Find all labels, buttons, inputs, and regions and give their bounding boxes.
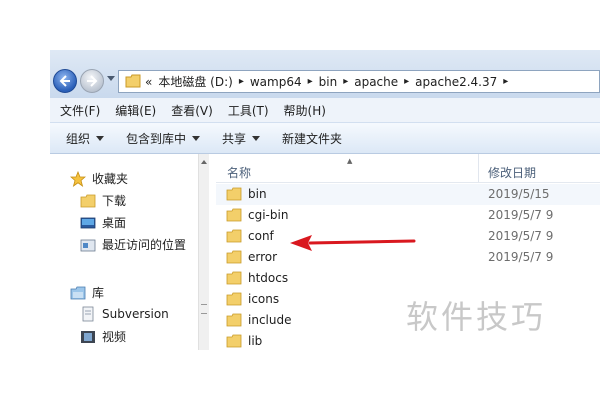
- caret-down-icon: [96, 135, 105, 141]
- column-date-header[interactable]: 修改日期: [488, 164, 536, 181]
- navigation-pane: 收藏夹 下载 桌面 最近访问的位置 库 Subversion 视频: [50, 154, 198, 350]
- nav-favorites-label: 收藏夹: [92, 172, 129, 186]
- file-name: bin: [248, 187, 267, 201]
- address-area: « 本地磁盘 (D:) ▸ wamp64 ▸ bin ▸ apache ▸ ap…: [50, 50, 600, 98]
- sort-ascending-icon: ▲: [347, 157, 353, 165]
- arrow-right-icon: [87, 75, 98, 87]
- organize-button[interactable]: 组织: [66, 130, 105, 147]
- column-name-header[interactable]: 名称: [227, 164, 251, 181]
- address-bar[interactable]: « 本地磁盘 (D:) ▸ wamp64 ▸ bin ▸ apache ▸ ap…: [118, 70, 600, 93]
- nav-libraries[interactable]: 库: [70, 284, 104, 301]
- nav-desktop-label: 桌面: [102, 216, 127, 230]
- video-icon: [81, 330, 95, 343]
- file-date: 2019/5/7 9: [488, 250, 554, 264]
- nav-favorites[interactable]: 收藏夹: [70, 170, 128, 187]
- breadcrumb-bin[interactable]: bin: [319, 75, 338, 89]
- new-folder-label: 新建文件夹: [282, 131, 343, 146]
- nav-subversion[interactable]: Subversion: [80, 306, 169, 322]
- nav-libraries-label: 库: [92, 286, 105, 300]
- breadcrumb-separator[interactable]: ▸: [343, 76, 348, 87]
- forward-button[interactable]: [80, 69, 104, 93]
- share-label: 共享: [222, 131, 247, 146]
- breadcrumb-apache2437[interactable]: apache2.4.37: [415, 75, 497, 89]
- nav-desktop[interactable]: 桌面: [80, 214, 126, 231]
- caret-down-icon: [252, 135, 261, 141]
- menu-view[interactable]: 查看(V): [161, 102, 218, 119]
- file-name: htdocs: [248, 271, 289, 285]
- recent-places-icon: [80, 239, 96, 251]
- file-name: cgi-bin: [248, 208, 289, 222]
- file-row[interactable]: bin 2019/5/15: [216, 184, 600, 205]
- menu-bar: 文件(F) 编辑(E) 查看(V) 工具(T) 帮助(H): [50, 98, 600, 122]
- file-date: 2019/5/15: [488, 187, 550, 201]
- breadcrumb-drive[interactable]: 本地磁盘 (D:): [158, 73, 232, 90]
- new-folder-button[interactable]: 新建文件夹: [282, 130, 342, 147]
- breadcrumb-apache[interactable]: apache: [354, 75, 398, 89]
- folder-icon: [226, 187, 242, 201]
- menu-help[interactable]: 帮助(H): [274, 102, 331, 119]
- folder-icon: [80, 194, 96, 207]
- file-name: lib: [248, 334, 263, 348]
- nav-recent[interactable]: 最近访问的位置: [80, 236, 186, 253]
- folder-icon: [226, 208, 242, 222]
- file-name: conf: [248, 229, 274, 243]
- column-divider[interactable]: [478, 154, 479, 182]
- file-row[interactable]: cgi-bin 2019/5/7 9: [216, 205, 600, 226]
- command-bar: 组织 包含到库中 共享 新建文件夹: [50, 122, 600, 154]
- breadcrumb-separator[interactable]: ▸: [503, 76, 508, 87]
- scroll-grip[interactable]: [201, 304, 207, 314]
- organize-label: 组织: [66, 131, 91, 146]
- nav-videos-label: 视频: [102, 330, 127, 344]
- file-name: icons: [248, 292, 280, 306]
- watermark-text: 软件技巧: [406, 298, 547, 336]
- star-icon: [70, 170, 86, 187]
- file-date: 2019/5/7 9: [488, 208, 554, 222]
- overflow-chevron[interactable]: «: [145, 75, 152, 89]
- breadcrumb-wamp64[interactable]: wamp64: [250, 75, 302, 89]
- nav-recent-label: 最近访问的位置: [102, 238, 187, 252]
- arrow-left-icon: [59, 75, 70, 87]
- column-header: ▲ 名称 修改日期: [216, 154, 600, 183]
- nav-subversion-label: Subversion: [102, 307, 169, 321]
- file-name: error: [248, 250, 278, 264]
- nav-scrollbar[interactable]: [198, 154, 209, 350]
- folder-icon: [226, 250, 242, 264]
- menu-file[interactable]: 文件(F): [50, 102, 105, 119]
- library-icon: [70, 286, 86, 299]
- breadcrumb-separator[interactable]: ▸: [404, 76, 409, 87]
- folder-icon: [226, 313, 242, 327]
- file-date: 2019/5/7 9: [488, 229, 554, 243]
- document-library-icon: [82, 306, 94, 322]
- share-button[interactable]: 共享: [222, 130, 261, 147]
- breadcrumb-separator[interactable]: ▸: [239, 76, 244, 87]
- nav-videos[interactable]: 视频: [80, 328, 126, 345]
- desktop-icon: [80, 217, 96, 228]
- folder-icon: [226, 292, 242, 306]
- include-library-button[interactable]: 包含到库中: [126, 130, 201, 147]
- menu-tools[interactable]: 工具(T): [218, 102, 274, 119]
- recent-pages-dropdown[interactable]: [107, 76, 115, 81]
- scroll-up-icon[interactable]: [201, 160, 207, 164]
- nav-downloads-label: 下载: [102, 194, 127, 208]
- folder-icon: [226, 271, 242, 285]
- folder-icon: [125, 74, 141, 88]
- breadcrumb-separator[interactable]: ▸: [308, 76, 313, 87]
- menu-edit[interactable]: 编辑(E): [105, 102, 161, 119]
- include-library-label: 包含到库中: [126, 131, 187, 146]
- nav-downloads[interactable]: 下载: [80, 192, 126, 209]
- caret-down-icon: [192, 135, 201, 141]
- folder-icon: [226, 334, 242, 348]
- back-button[interactable]: [53, 69, 77, 93]
- file-name: include: [248, 313, 292, 327]
- breadcrumb: « 本地磁盘 (D:) ▸ wamp64 ▸ bin ▸ apache ▸ ap…: [145, 71, 514, 92]
- folder-icon: [226, 229, 242, 243]
- annotation-arrow: [290, 235, 416, 251]
